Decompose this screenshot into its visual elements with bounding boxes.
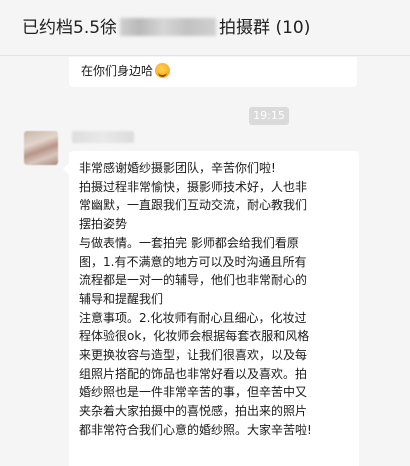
smiling-face-icon bbox=[155, 63, 171, 78]
chat-header: 已约档5.5徐 拍摄群 (10) bbox=[0, 0, 410, 56]
message-line: 拍摄过程非常愉快，摄影师技术好，人也非 bbox=[79, 179, 308, 194]
message-line: 都非常符合我们心意的婚纱照。大家辛苦啦! bbox=[79, 422, 312, 437]
message-line: 常幽默，一直跟我们互动交流，耐心教我们 bbox=[79, 198, 308, 213]
previous-message-text: 在你们身边哈 bbox=[81, 64, 154, 78]
chat-title[interactable]: 已约档5.5徐 拍摄群 (10) bbox=[22, 17, 310, 39]
message-line: 与做表情。一套拍完 影师都会给我们看原 bbox=[79, 235, 299, 250]
previous-message-bubble[interactable]: 在你们身边哈 bbox=[69, 57, 357, 87]
chat-message-area[interactable]: 在你们身边哈 19:15 非常感谢婚纱摄影团队，辛苦你们啦! 拍摄过程非常愉快，… bbox=[0, 57, 410, 466]
sender-name-redacted bbox=[72, 131, 134, 143]
redacted-name bbox=[120, 18, 217, 36]
chat-title-suffix: 拍摄群 (10) bbox=[219, 18, 311, 38]
message-bubble[interactable]: 非常感谢婚纱摄影团队，辛苦你们啦! 拍摄过程非常愉快，摄影师技术好，人也非 常幽… bbox=[63, 151, 359, 466]
message-line: 来更换妆容与造型，让我们很喜欢，以及每 bbox=[79, 348, 308, 363]
message-line: 图，1.有不满意的地方可以及时沟通且所有 bbox=[79, 254, 307, 269]
message-line: 夹杂着大家拍摄中的喜悦感，拍出来的照片 bbox=[79, 404, 308, 419]
message-line: 组照片搭配的饰品也非常好看以及喜欢。拍 bbox=[79, 366, 308, 381]
message-timestamp: 19:15 bbox=[249, 107, 289, 125]
message-line: 非常感谢婚纱摄影团队，辛苦你们啦! bbox=[79, 161, 276, 175]
message-line: 摆拍姿势 bbox=[79, 217, 128, 232]
avatar[interactable] bbox=[24, 131, 58, 165]
message-line: 辅导和提醒我们 bbox=[79, 291, 164, 306]
message-line: 流程都是一对一的辅导，他们也非常耐心的 bbox=[79, 273, 308, 288]
chat-title-prefix: 已约档5.5徐 bbox=[22, 18, 118, 38]
message-line: 程体验很ok，化妆师会根据每套衣服和风格 bbox=[79, 329, 310, 344]
message-line: 婚纱照也是一件非常辛苦的事，但辛苦中又 bbox=[79, 385, 308, 400]
message-line: 注意事项。2.化妆师有耐心且细心，化妆过 bbox=[79, 310, 307, 325]
